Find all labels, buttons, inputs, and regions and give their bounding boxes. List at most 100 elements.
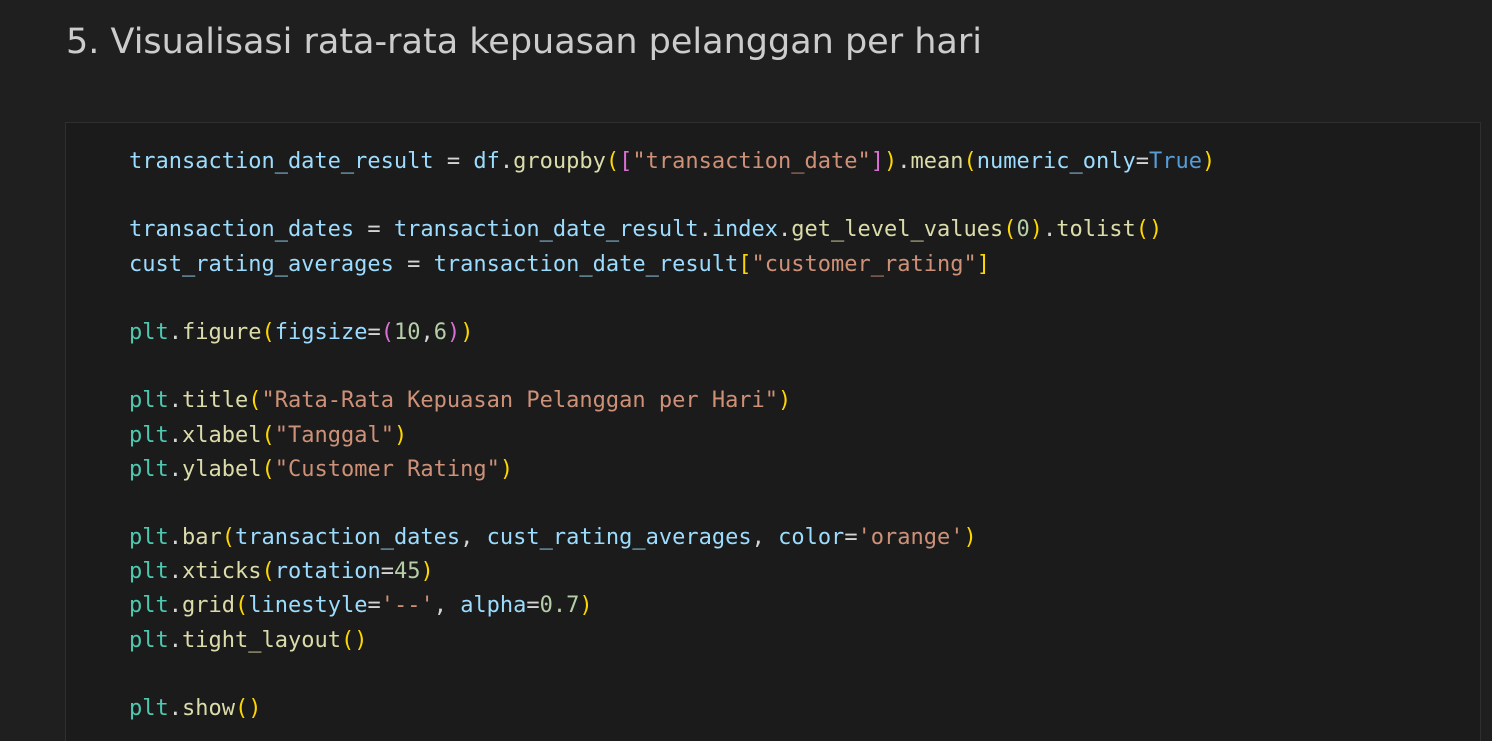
code-token: ) <box>963 525 977 551</box>
code-token: ) <box>579 593 593 619</box>
code-token: color <box>778 525 845 551</box>
code-token: groupby <box>513 149 606 174</box>
code-token: ( <box>261 422 275 448</box>
code-token: . <box>499 149 514 174</box>
code-token: transaction_date_result <box>129 149 434 174</box>
code-token: = <box>354 217 394 243</box>
code-token: ( <box>963 149 977 174</box>
code-line: transaction_date_result = df.groupby(["t… <box>129 145 1215 179</box>
code-token: . <box>168 422 182 448</box>
blank-code-line <box>129 487 1215 521</box>
code-token: ) <box>1201 149 1216 174</box>
code-token: figure <box>182 319 262 345</box>
code-token: , <box>460 525 487 551</box>
code-line: cust_rating_averages = transaction_date_… <box>129 248 1215 282</box>
code-token: . <box>778 217 792 243</box>
code-token: "Customer Rating" <box>274 456 500 482</box>
code-line: plt.grid(linestyle='--', alpha=0.7) <box>129 589 1215 623</box>
code-token: ) <box>884 149 898 174</box>
code-token: transaction_dates <box>129 217 355 243</box>
code-token: . <box>168 456 182 482</box>
code-token: ] <box>976 251 990 277</box>
code-token: ( <box>234 593 249 619</box>
code-token: ) <box>393 422 408 448</box>
code-line: plt.bar(transaction_dates, cust_rating_a… <box>129 521 1215 555</box>
code-token: 10 <box>393 319 421 345</box>
code-token: = <box>844 525 858 551</box>
code-token: xlabel <box>182 422 262 448</box>
code-token: '--' <box>380 593 434 619</box>
code-token: "customer_rating" <box>751 251 977 277</box>
code-token: "transaction_date" <box>632 149 871 174</box>
code-token: 6 <box>433 319 447 345</box>
code-token: . <box>168 525 182 551</box>
code-token: plt <box>129 593 169 619</box>
code-token: bar <box>182 525 222 551</box>
code-token: ( <box>261 456 275 482</box>
code-token: "Rata-Rata Kepuasan Pelanggan per Hari" <box>261 388 779 414</box>
code-token: ( <box>605 149 620 174</box>
code-token: alpha <box>460 593 527 619</box>
code-token: = <box>367 319 381 345</box>
code-token: plt <box>129 525 169 551</box>
code-token: ] <box>870 149 885 174</box>
code-token: linestyle <box>248 593 368 619</box>
code-token: ( <box>261 319 275 345</box>
code-token: ) <box>420 559 434 585</box>
code-token: transaction_date_result <box>393 217 699 243</box>
code-token: ) <box>778 388 792 414</box>
code-token: figsize <box>274 319 368 345</box>
code-token: . <box>168 319 182 345</box>
code-line: plt.xlabel("Tanggal") <box>129 419 1215 453</box>
code-line: plt.ylabel("Customer Rating") <box>129 453 1215 487</box>
code-token: , <box>420 319 434 345</box>
code-token: True <box>1148 149 1202 174</box>
code-token: () <box>234 696 262 721</box>
code-line: plt.show() <box>129 692 1215 726</box>
code-token: = <box>1135 149 1149 174</box>
code-token: plt <box>129 422 169 448</box>
code-token: 0.7 <box>539 593 580 619</box>
code-token: transaction_date_result <box>433 251 739 277</box>
code-token: ) <box>1029 217 1043 243</box>
code-token: = <box>393 251 434 277</box>
code-token: show <box>182 696 235 721</box>
code-token: ( <box>221 525 235 551</box>
code-token: xticks <box>182 559 262 585</box>
code-token: plt <box>129 456 169 482</box>
code-token: plt <box>129 696 169 721</box>
code-token: . <box>168 559 182 585</box>
code-token: get_level_values <box>791 217 1004 243</box>
code-token: () <box>340 627 368 653</box>
code-token: ( <box>380 319 394 345</box>
code-token: plt <box>129 627 169 653</box>
blank-code-line <box>129 658 1215 692</box>
code-token: [ <box>738 251 752 277</box>
code-token: mean <box>910 149 964 174</box>
code-token: ) <box>499 456 514 482</box>
code-token: cust_rating_averages <box>129 251 394 277</box>
code-token: plt <box>129 388 169 414</box>
code-line: plt.xticks(rotation=45) <box>129 555 1215 589</box>
code-token: . <box>168 388 182 414</box>
code-token: , <box>433 593 461 619</box>
code-token: index <box>711 217 779 243</box>
code-cell[interactable]: transaction_date_result = df.groupby(["t… <box>65 122 1481 741</box>
code-token: . <box>897 149 911 174</box>
code-token: numeric_only <box>976 149 1136 174</box>
code-token: . <box>168 593 182 619</box>
code-token: ( <box>261 559 275 585</box>
code-line: plt.figure(figsize=(10,6)) <box>129 316 1215 350</box>
blank-code-line <box>129 350 1215 384</box>
code-line: plt.tight_layout() <box>129 624 1215 658</box>
code-token: . <box>698 217 712 243</box>
code-token: () <box>1135 217 1163 243</box>
code-token: = <box>367 593 381 619</box>
code-token: cust_rating_averages <box>486 525 752 551</box>
code-editor[interactable]: transaction_date_result = df.groupby(["t… <box>129 145 1215 726</box>
code-token: = <box>380 559 394 585</box>
code-token: ( <box>1003 217 1017 243</box>
code-token: ) <box>446 319 461 345</box>
code-token: plt <box>129 319 169 345</box>
code-line: transaction_dates = transaction_date_res… <box>129 213 1215 247</box>
